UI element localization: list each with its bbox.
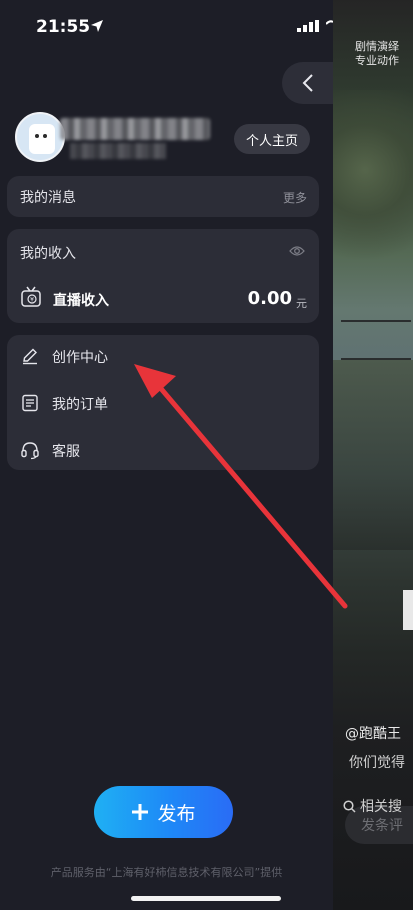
menu-card: 创作中心 我的订单 客服 [7,335,319,470]
income-amount: 0.00 [247,288,292,309]
video-caption: 你们觉得 [349,755,405,771]
avatar-face [29,124,55,154]
signal-icon [297,20,319,32]
messages-more-link[interactable]: 更多 [283,189,307,206]
messages-card[interactable]: 我的消息 更多 [7,176,319,217]
menu-item-customer-service[interactable]: 客服 [7,431,319,471]
income-card: 我的收入 ¥ 直播收入 0.00 元 [7,229,319,323]
background-video-panel[interactable]: 剧情演绎 专业动作 @跑酷王 你们觉得 发条评 相关搜 [333,0,413,910]
user-id-redacted [70,143,166,159]
service-provider-note: 产品服务由“上海有好柿信息技术有限公司”提供 [50,866,283,879]
comment-placeholder: 发条评 [361,818,403,834]
video-author[interactable]: @跑酷王 [345,723,401,743]
video-overlay-char [403,590,413,630]
menu-item-label: 我的订单 [52,397,108,413]
username-redacted [60,118,210,140]
avatar[interactable] [15,112,65,162]
chevron-left-icon [302,74,313,92]
order-list-icon [22,394,38,412]
video-tree-area [333,90,413,290]
publish-label: 发布 [157,802,196,825]
homepage-button[interactable]: 个人主页 [234,124,310,154]
menu-item-label: 客服 [52,444,80,460]
video-drama-tag: 剧情演绎 专业动作 [355,40,399,67]
publish-button[interactable]: 发布 [94,786,233,838]
menu-item-label: 创作中心 [52,350,108,366]
status-time: 21:55 [36,17,91,37]
messages-title: 我的消息 [20,190,76,206]
location-arrow-icon [91,20,103,32]
video-water [333,360,413,550]
svg-text:¥: ¥ [30,297,34,304]
wifi-icon [326,20,333,25]
related-search-label: 相关搜 [360,799,402,815]
live-income-label: 直播收入 [53,293,109,309]
menu-item-my-orders[interactable]: 我的订单 [7,384,319,424]
plus-icon [132,804,149,820]
eye-icon[interactable] [289,245,305,257]
collapse-drawer-button[interactable] [282,62,333,104]
search-icon [343,799,356,813]
live-tv-icon: ¥ [21,286,41,307]
avatar-eye [35,134,39,138]
related-search[interactable]: 相关搜 [343,796,402,816]
home-indicator[interactable] [131,896,281,901]
video-railing [341,320,411,360]
income-unit: 元 [296,297,307,310]
menu-item-creator-center[interactable]: 创作中心 [7,337,319,377]
headset-icon [21,442,39,460]
avatar-eye [43,134,47,138]
status-bar: 21:55 [0,0,333,50]
pencil-icon [23,348,37,365]
income-title: 我的收入 [20,246,76,262]
